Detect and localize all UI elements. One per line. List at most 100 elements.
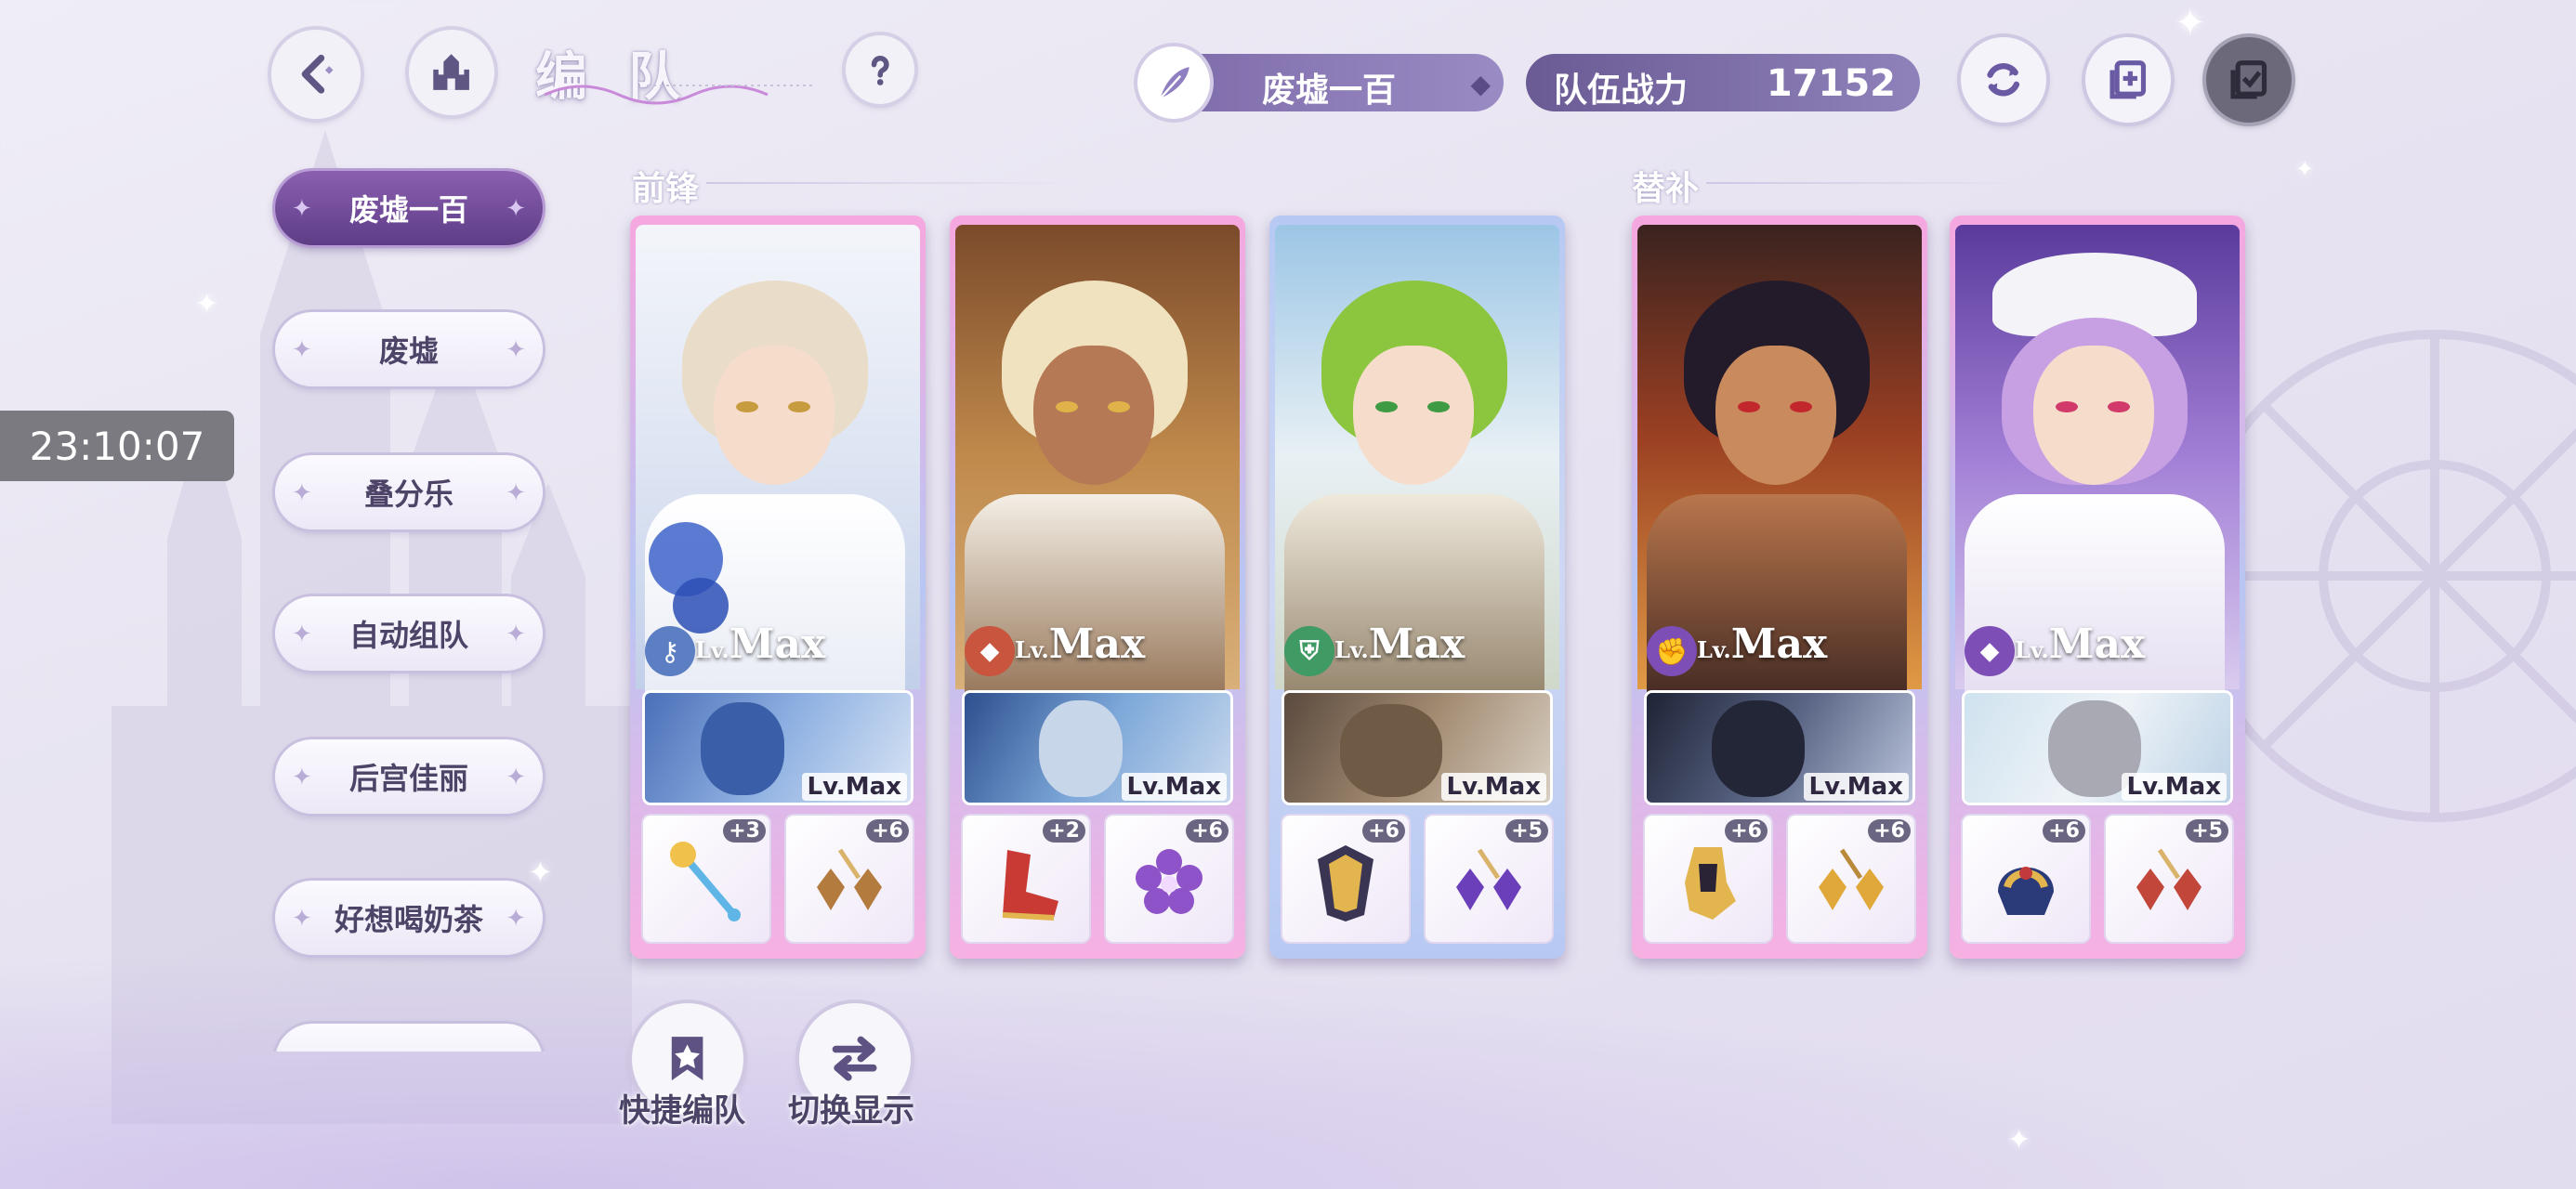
card-inner: ✊ Lv.Max Lv.Max +6 +6 [1637, 225, 1922, 949]
equipment-slot[interactable]: +6 [786, 816, 913, 942]
partner-level: Lv.Max [1803, 773, 1909, 801]
sparkle-icon: ✦ [292, 905, 312, 933]
helmet-icon [1998, 867, 2054, 915]
sidebar-item-label: 自动组队 [348, 618, 468, 653]
confirm-team-button[interactable] [2206, 37, 2292, 123]
character-portrait [955, 225, 1240, 717]
character-face [2033, 346, 2154, 485]
partner-card[interactable]: Lv.Max [965, 693, 1230, 803]
section-divider [706, 182, 1078, 184]
character-card-2[interactable]: ⬥ Lv.Max Lv.Max +2 +6 [950, 216, 1245, 959]
sparkle-icon: ✦ [195, 288, 219, 320]
earring-icon [1819, 848, 1884, 910]
boot-icon: ⬥ [1965, 626, 2015, 676]
equipment-slot[interactable]: +5 [2106, 816, 2232, 942]
character-level: Lv.Max [1697, 621, 1828, 668]
power-value: 17152 [1766, 62, 1896, 105]
key-icon: ⚷ [645, 626, 695, 676]
character-card-5[interactable]: ⬥ Lv.Max Lv.Max +6 +5 [1950, 216, 2245, 959]
character-outfit [965, 494, 1225, 717]
equipment-slot[interactable]: +6 [1645, 816, 1771, 942]
character-portrait [1955, 225, 2240, 717]
sidebar-item-label: 废墟 [378, 333, 439, 369]
sidebar-item-team-1[interactable]: ✦ 废墟一百 ✦ [275, 171, 543, 245]
sidebar-item-label: 废墟一百 [348, 192, 468, 228]
bookmark-star-icon [672, 1037, 703, 1081]
character-face [1033, 346, 1154, 485]
equipment-slot[interactable]: +6 [1788, 816, 1914, 942]
refresh-button[interactable] [1961, 37, 2046, 123]
sidebar-item-label: 后宫佳丽 [348, 761, 468, 796]
equipment-slot[interactable]: +6 [1282, 816, 1409, 942]
add-team-button[interactable] [2085, 37, 2171, 123]
sidebar-item-team-2[interactable]: ✦ 废墟 ✦ [275, 312, 543, 386]
card-inner: ⬥ Lv.Max Lv.Max +2 +6 [955, 225, 1240, 949]
swap-arrows-icon [833, 1037, 877, 1081]
team-selector[interactable]: 废墟一百 ◆ [1137, 46, 1504, 119]
sparkle-icon: ✦ [506, 764, 526, 791]
partner-card[interactable]: Lv.Max [645, 693, 911, 803]
sparkle-icon: ✦ [292, 479, 312, 507]
equipment-slot[interactable]: +2 [963, 816, 1089, 942]
sidebar-item-team-7[interactable] [275, 1024, 543, 1052]
character-level: Lv.Max [1334, 621, 1465, 668]
character-level: Lv.Max [2015, 621, 2146, 668]
character-portrait [636, 225, 920, 717]
team-name: 废墟一百 [1262, 72, 1397, 110]
equipment-slot[interactable]: +3 [643, 816, 769, 942]
equipment-slot[interactable]: +5 [1426, 816, 1552, 942]
partner-level: Lv.Max [2121, 773, 2227, 801]
shield-icon: ⛨ [1284, 626, 1334, 676]
section-divider [1706, 182, 2022, 184]
section-sub-label: 替补 [1632, 169, 1700, 208]
fist-icon: ✊ [1647, 626, 1697, 676]
feather-icon [1137, 46, 1210, 119]
character-card-1[interactable]: ⚷ Lv.Max Lv.Max +3 +6 [630, 216, 926, 959]
sidebar-item-team-4[interactable]: ✦ 自动组队 ✦ [275, 596, 543, 671]
power-label: 队伍战力 [1554, 72, 1689, 110]
card-inner: ⬥ Lv.Max Lv.Max +6 +5 [1955, 225, 2240, 949]
title-decoration [544, 85, 814, 105]
earring-icon [817, 848, 882, 910]
partner-card[interactable]: Lv.Max [1965, 693, 2230, 803]
partner-card[interactable]: Lv.Max [1284, 693, 1550, 803]
help-button[interactable] [846, 35, 914, 104]
sparkle-icon: ✦ [506, 479, 526, 507]
back-button[interactable] [271, 30, 361, 119]
partner-portrait [1039, 700, 1123, 797]
character-card-4[interactable]: ✊ Lv.Max Lv.Max +6 +6 [1632, 216, 1927, 959]
partner-card[interactable]: Lv.Max [1647, 693, 1912, 803]
partner-portrait [1340, 704, 1442, 797]
partner-level: Lv.Max [801, 773, 907, 801]
partner-portrait [1712, 700, 1805, 797]
sidebar-item-partial[interactable] [269, 1018, 548, 1052]
card-inner: ⚷ Lv.Max Lv.Max +3 +6 [636, 225, 920, 949]
equipment-slot[interactable]: +6 [1963, 816, 2089, 942]
earring-icon [2136, 848, 2201, 910]
character-card-3[interactable]: ⛨ Lv.Max Lv.Max +6 +5 [1269, 216, 1565, 959]
character-face [1353, 346, 1474, 485]
boot-icon: ⬥ [965, 626, 1015, 676]
character-level: Lv.Max [1015, 621, 1146, 668]
character-outfit [1284, 494, 1544, 717]
quick-formation-label: 快捷编队 [619, 1092, 745, 1130]
sidebar-item-label: 叠分乐 [363, 477, 453, 512]
sidebar-item-label: 好想喝奶茶 [334, 902, 483, 937]
home-button[interactable] [409, 30, 494, 115]
switch-display-label: 切换显示 [788, 1092, 914, 1130]
sidebar-item-team-6[interactable]: ✦ 好想喝奶茶 ✦ [275, 881, 543, 955]
sparkle-icon: ✦ [2175, 2, 2206, 45]
character-portrait [1275, 225, 1559, 717]
equipment-slot[interactable]: +6 [1106, 816, 1232, 942]
sidebar-item-team-5[interactable]: ✦ 后宫佳丽 ✦ [275, 739, 543, 814]
diamond-icon: ◆ [1470, 69, 1491, 99]
sparkle-icon: ✦ [506, 905, 526, 933]
section-front-label: 前锋 [632, 169, 700, 208]
sparkle-icon: ✦ [506, 621, 526, 648]
partner-level: Lv.Max [1121, 773, 1227, 801]
sidebar-item-team-3[interactable]: ✦ 叠分乐 ✦ [275, 455, 543, 529]
sparkle-icon: ✦ [528, 855, 553, 890]
sparkle-icon: ✦ [506, 195, 526, 223]
character-outfit [1647, 494, 1907, 717]
sparkle-icon: ✦ [2295, 156, 2315, 182]
